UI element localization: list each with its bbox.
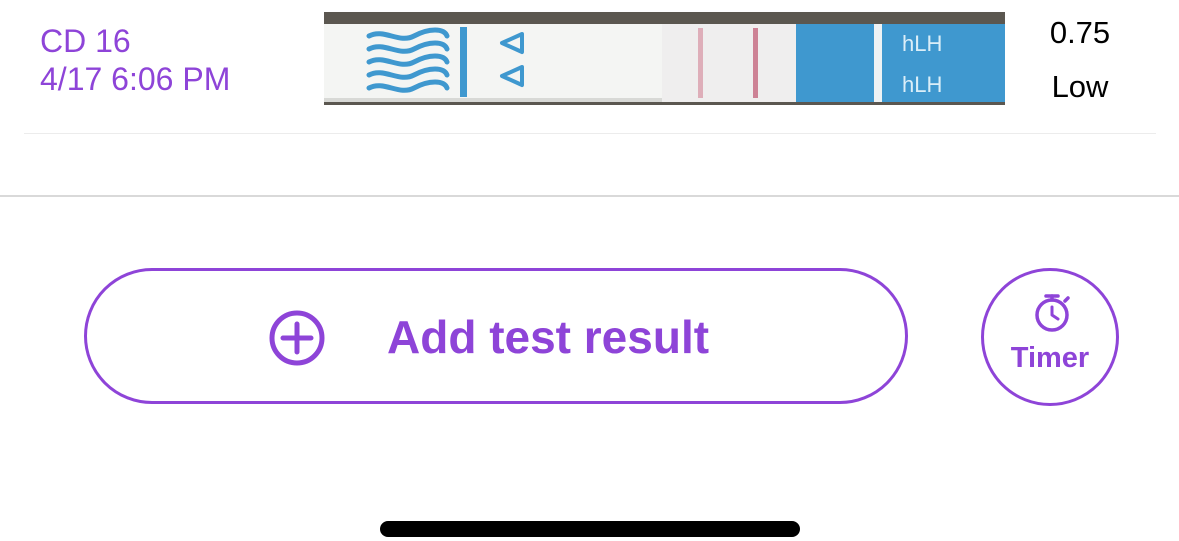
- add-test-result-label: Add test result: [387, 311, 710, 363]
- section-divider: [0, 195, 1179, 197]
- test-level: Low: [1051, 69, 1109, 104]
- timer-button[interactable]: Timer: [981, 268, 1119, 406]
- strip-gap: [874, 24, 882, 102]
- cycle-day-label: CD 16: [40, 23, 131, 59]
- test-value: 0.75: [1049, 15, 1111, 50]
- timer-label: Timer: [1010, 342, 1090, 374]
- test-datetime-label: 4/17 6:06 PM: [40, 61, 231, 97]
- test-result-meta: CD 16 4/17 6:06 PM: [40, 22, 230, 98]
- test-strip-image: hLH hLH: [324, 12, 1005, 105]
- home-indicator[interactable]: [380, 521, 800, 537]
- row-divider: [24, 133, 1156, 134]
- result-window: [662, 24, 796, 102]
- add-test-result-button[interactable]: Add test result: [84, 268, 908, 404]
- strip-label-bottom: hLH: [902, 72, 942, 97]
- strip-label-top: hLH: [902, 31, 942, 56]
- stopwatch-icon: [1035, 294, 1070, 332]
- test-strip-photo[interactable]: hLH hLH: [324, 12, 1005, 105]
- test-result-row[interactable]: CD 16 4/17 6:06 PM hLH hLH 0.75 Low: [0, 0, 1179, 134]
- test-line: [698, 28, 703, 98]
- strip-handle: [882, 24, 1005, 102]
- control-line: [753, 28, 758, 98]
- strip-blue-block: [796, 24, 874, 102]
- strip-blue-bar: [460, 27, 467, 97]
- plus-circle-icon: [269, 310, 325, 366]
